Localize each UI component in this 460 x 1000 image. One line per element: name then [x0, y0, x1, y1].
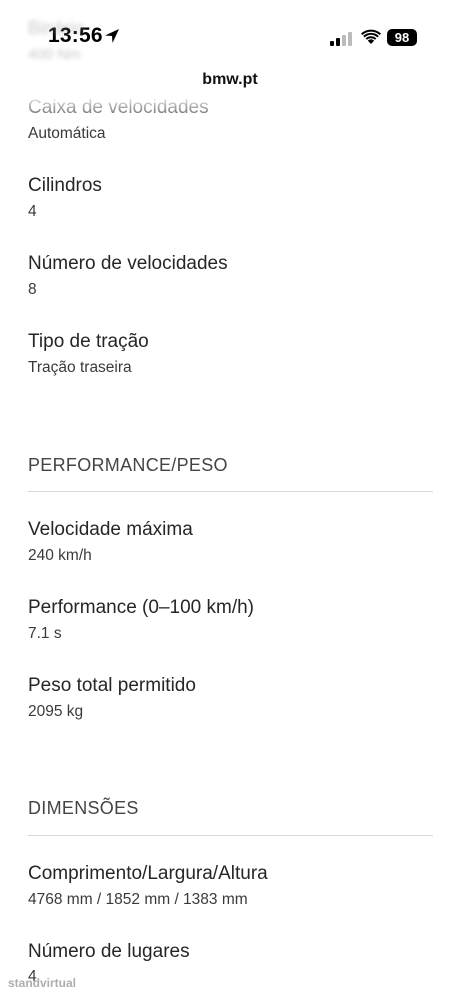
- section-title-performance: PERFORMANCE/PESO: [28, 455, 228, 475]
- spec-label-gross-weight: Peso total permitido: [28, 675, 196, 696]
- spec-value-acceleration: 7.1 s: [28, 625, 62, 642]
- watermark-logo: standvirtual: [8, 976, 77, 990]
- section-title-dimensions: DIMENSÕES: [28, 798, 139, 818]
- spec-value-drivetrain: Tração traseira: [28, 359, 132, 376]
- spec-value-gears: 8: [28, 281, 37, 298]
- spec-value-dimensions: 4768 mm / 1852 mm / 1383 mm: [28, 891, 248, 908]
- spec-label-cylinders: Cilindros: [28, 175, 102, 196]
- spec-label-dimensions: Comprimento/Largura/Altura: [28, 863, 268, 884]
- spec-label-acceleration: Performance (0–100 km/h): [28, 597, 254, 618]
- spec-value-gross-weight: 2095 kg: [28, 703, 84, 720]
- spec-list: Caixa de velocidades Automática Cilindro…: [0, 0, 460, 1000]
- spec-label-drivetrain: Tipo de tração: [28, 331, 149, 352]
- spec-label-gearbox: Caixa de velocidades: [28, 97, 209, 118]
- spec-value-cylinders: 4: [28, 203, 37, 220]
- section-divider: [28, 835, 433, 836]
- spec-label-top-speed: Velocidade máxima: [28, 519, 193, 540]
- spec-value-top-speed: 240 km/h: [28, 547, 92, 564]
- spec-label-seats: Número de lugares: [28, 941, 190, 962]
- spec-value-gearbox: Automática: [28, 125, 106, 142]
- section-divider: [28, 491, 433, 492]
- spec-label-gears: Número de velocidades: [28, 253, 228, 274]
